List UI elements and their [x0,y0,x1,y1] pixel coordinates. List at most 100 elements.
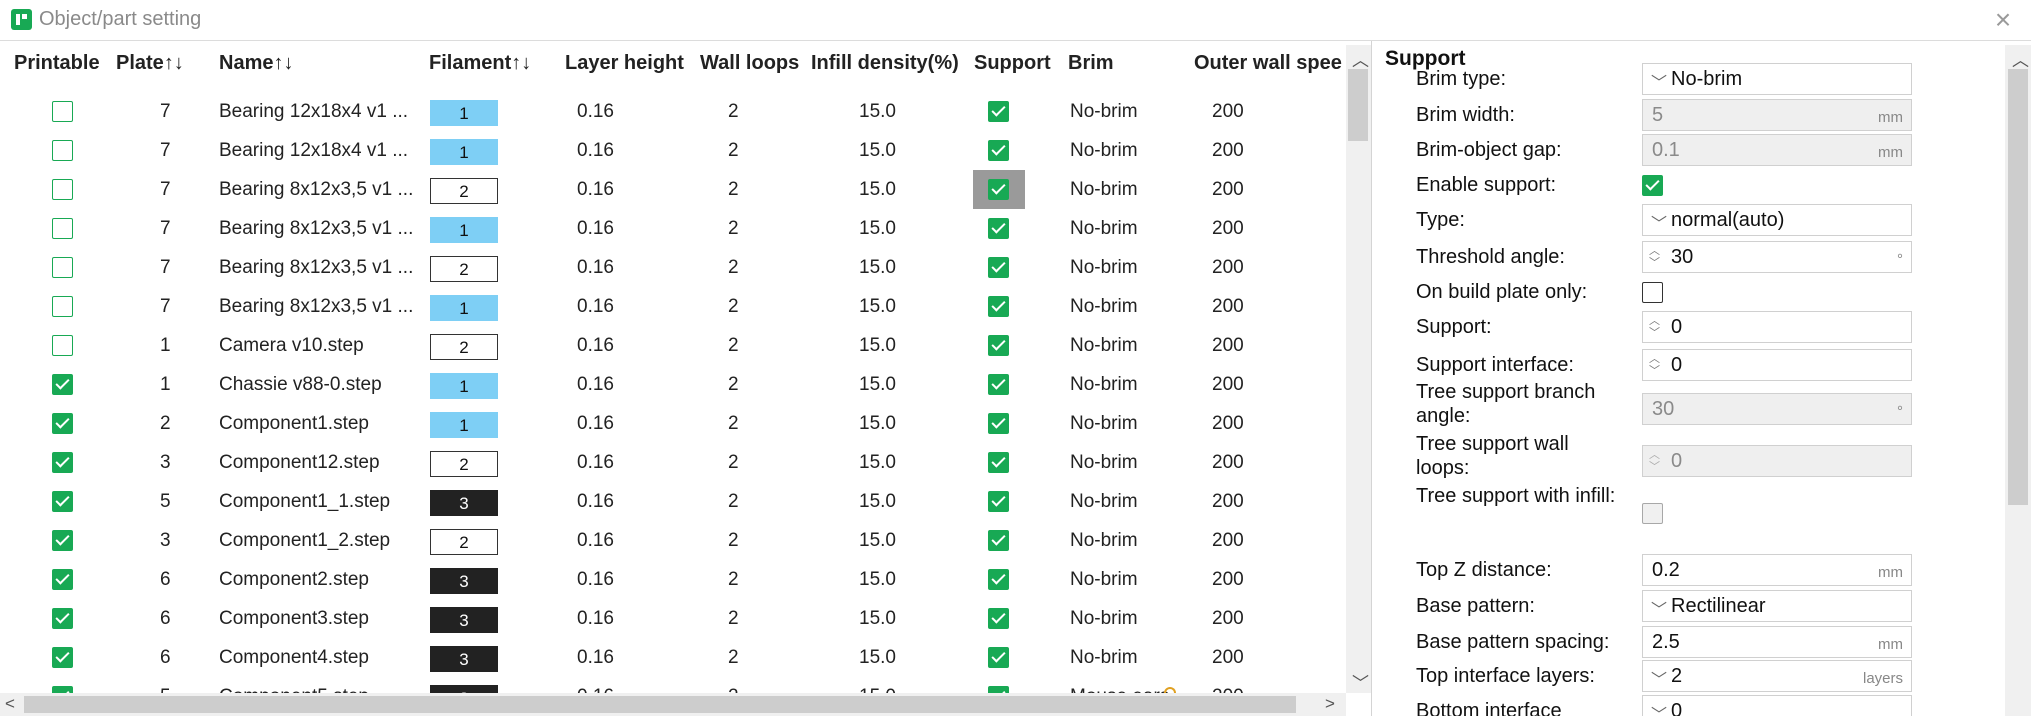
outer-wall-speed-cell[interactable]: 200 [1212,599,1244,638]
table-row[interactable]: 3 Component12.step 2 0.16 2 15.0 No-brim 200 [0,443,1345,482]
support-checkbox[interactable] [988,452,1009,473]
printable-checkbox[interactable] [52,101,73,122]
wall-loops-cell[interactable]: 2 [728,638,739,677]
setting-spin[interactable]: ︿ ﹀ 0 [1642,445,1912,477]
table-row[interactable]: 1 Chassie v88-0.step 1 0.16 2 15.0 No-brim 200 [0,365,1345,404]
spin-arrows-icon[interactable]: ︿ ﹀ [1649,449,1660,473]
layer-height-cell[interactable]: 0.16 [577,599,614,638]
brim-cell[interactable]: No-brim [1070,638,1138,677]
col-wall-loops[interactable]: Wall loops [700,52,799,75]
support-checkbox[interactable] [988,335,1009,356]
brim-cell[interactable]: No-brim [1070,92,1138,131]
name-cell[interactable]: Component1.step [219,404,369,443]
wall-loops-cell[interactable]: 2 [728,482,739,521]
scroll-thumb[interactable] [1348,69,1368,141]
table-vertical-scrollbar[interactable]: ︿ ﹀ [1346,45,1371,693]
layer-height-cell[interactable]: 0.16 [577,326,614,365]
infill-cell[interactable]: 15.0 [859,599,896,638]
scroll-right-icon[interactable]: > [1325,694,1335,714]
name-cell[interactable]: Bearing 12x18x4 v1 ... [219,131,408,170]
filament-badge[interactable]: 2 [430,178,498,204]
name-cell[interactable]: Chassie v88-0.step [219,365,382,404]
outer-wall-speed-cell[interactable]: 200 [1212,92,1244,131]
close-button[interactable]: × [1987,4,2019,36]
wall-loops-cell[interactable]: 2 [728,521,739,560]
setting-input[interactable]: 30 ° [1642,393,1912,425]
wall-loops-cell[interactable]: 2 [728,92,739,131]
wall-loops-cell[interactable]: 2 [728,170,739,209]
table-row[interactable]: 7 Bearing 8x12x3,5 v1 ... 2 0.16 2 15.0 No-bri… [0,248,1345,287]
filament-badge[interactable]: 2 [430,334,498,360]
printable-checkbox[interactable] [52,569,73,590]
printable-checkbox[interactable] [52,335,73,356]
printable-checkbox[interactable] [52,218,73,239]
table-row[interactable]: 1 Camera v10.step 2 0.16 2 15.0 No-brim 200 [0,326,1345,365]
filament-badge[interactable]: 3 [430,607,498,633]
wall-loops-cell[interactable]: 2 [728,131,739,170]
layer-height-cell[interactable]: 0.16 [577,170,614,209]
wall-loops-cell[interactable]: 2 [728,326,739,365]
support-checkbox[interactable] [988,608,1009,629]
outer-wall-speed-cell[interactable]: 200 [1212,326,1244,365]
col-outer-wall-speed[interactable]: Outer wall spee [1194,52,1342,75]
support-checkbox[interactable] [988,101,1009,122]
table-horizontal-scrollbar[interactable]: < > [0,693,1346,716]
outer-wall-speed-cell[interactable]: 200 [1212,443,1244,482]
chevron-down-icon[interactable]: ﹀ [1651,596,1667,620]
setting-input[interactable]: 2.5 mm [1642,626,1912,658]
setting-select[interactable]: ﹀ No-brim [1642,63,1912,95]
wall-loops-cell[interactable]: 2 [728,560,739,599]
setting-spin[interactable]: ︿ ﹀ 30 ° [1642,241,1912,273]
chevron-down-icon[interactable]: ﹀ [1651,210,1667,234]
setting-input[interactable]: 0.2 mm [1642,554,1912,586]
wall-loops-cell[interactable]: 2 [728,287,739,326]
support-checkbox[interactable] [988,569,1009,590]
name-cell[interactable]: Camera v10.step [219,326,364,365]
infill-cell[interactable]: 15.0 [859,560,896,599]
support-checkbox[interactable] [988,491,1009,512]
brim-cell[interactable]: No-brim [1070,170,1138,209]
name-cell[interactable]: Component12.step [219,443,380,482]
brim-cell[interactable]: No-brim [1070,560,1138,599]
col-layer-height[interactable]: Layer height [565,52,684,75]
printable-checkbox[interactable] [52,530,73,551]
table-row[interactable]: 7 Bearing 8x12x3,5 v1 ... 1 0.16 2 15.0 No-bri… [0,287,1345,326]
infill-cell[interactable]: 15.0 [859,131,896,170]
printable-checkbox[interactable] [52,413,73,434]
spin-arrows-icon[interactable]: ︿ ﹀ [1649,353,1660,377]
scroll-down-icon[interactable]: ﹀ [1352,669,1369,694]
spin-arrows-icon[interactable]: ︿ ﹀ [1649,245,1660,269]
setting-select[interactable]: ﹀ normal(auto) [1642,204,1912,236]
infill-cell[interactable]: 15.0 [859,170,896,209]
brim-cell[interactable]: No-brim [1070,443,1138,482]
outer-wall-speed-cell[interactable]: 200 [1212,521,1244,560]
outer-wall-speed-cell[interactable]: 200 [1212,404,1244,443]
table-row[interactable]: 3 Component1_2.step 2 0.16 2 15.0 No-brim 200 [0,521,1345,560]
filament-badge[interactable]: 2 [430,451,498,477]
filament-badge[interactable]: 1 [430,139,498,165]
scroll-thumb[interactable] [2008,69,2028,505]
outer-wall-speed-cell[interactable]: 200 [1212,482,1244,521]
setting-select[interactable]: ﹀ 0 [1642,695,1912,716]
outer-wall-speed-cell[interactable]: 200 [1212,248,1244,287]
spin-arrows-icon[interactable]: ︿ ﹀ [1649,315,1660,339]
filament-badge[interactable]: 1 [430,295,498,321]
wall-loops-cell[interactable]: 2 [728,443,739,482]
printable-checkbox[interactable] [52,296,73,317]
wall-loops-cell[interactable]: 2 [728,599,739,638]
name-cell[interactable]: Component1_1.step [219,482,390,521]
infill-cell[interactable]: 15.0 [859,638,896,677]
support-checkbox[interactable] [988,218,1009,239]
infill-cell[interactable]: 15.0 [859,92,896,131]
setting-checkbox[interactable] [1642,503,1663,524]
wall-loops-cell[interactable]: 2 [728,209,739,248]
filament-badge[interactable]: 1 [430,412,498,438]
outer-wall-speed-cell[interactable]: 200 [1212,560,1244,599]
panel-vertical-scrollbar[interactable]: ︿ [2005,45,2031,716]
brim-cell[interactable]: No-brim [1070,248,1138,287]
table-row[interactable]: 7 Bearing 12x18x4 v1 ... 1 0.16 2 15.0 No-brim… [0,92,1345,131]
name-cell[interactable]: Bearing 8x12x3,5 v1 ... [219,209,413,248]
printable-checkbox[interactable] [52,140,73,161]
setting-select[interactable]: ﹀ 2 layers [1642,660,1912,692]
name-cell[interactable]: Component4.step [219,638,369,677]
